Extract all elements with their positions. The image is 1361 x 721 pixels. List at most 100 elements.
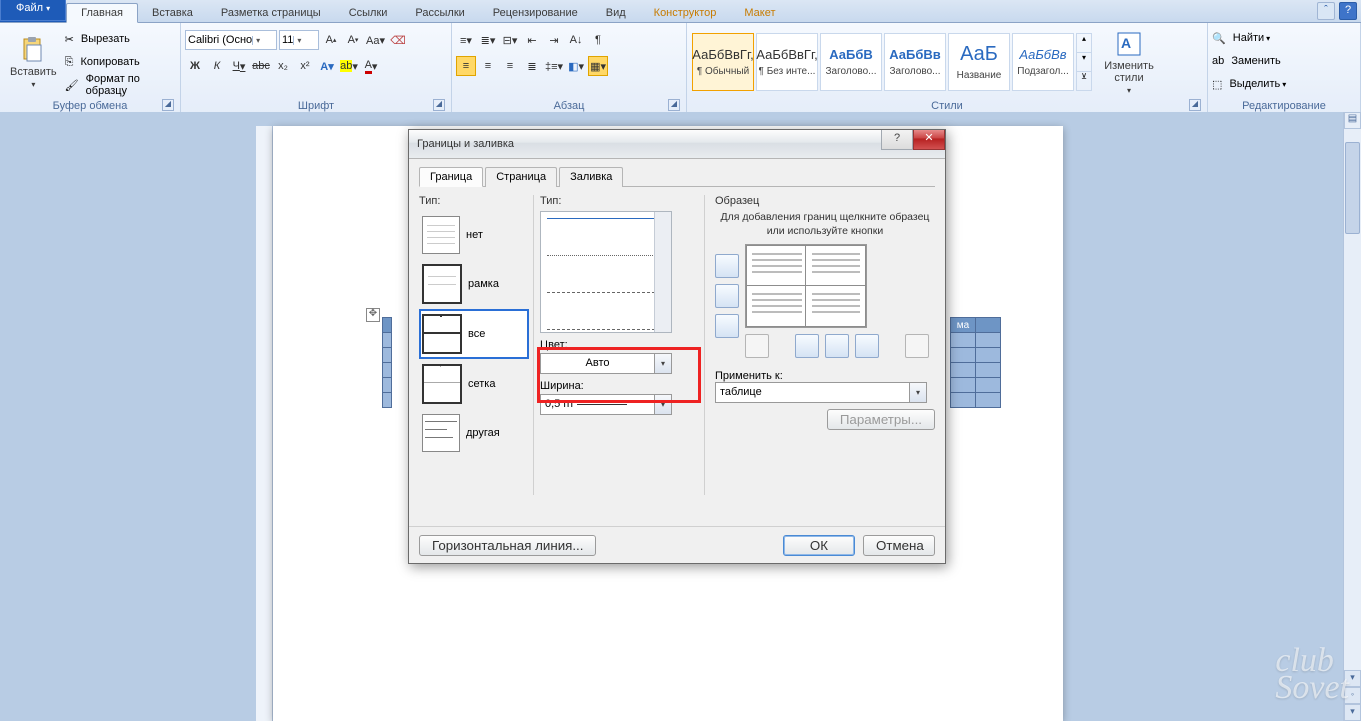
dialog-tab-border[interactable]: Граница [419,167,483,187]
cut-button[interactable]: ✂ Вырезать [65,28,176,50]
prev-page-icon[interactable]: ◦ [1344,687,1361,704]
border-diag1-button[interactable] [745,334,769,358]
dialog-tab-page[interactable]: Страница [485,167,557,187]
setting-custom[interactable]: другая [419,409,529,457]
bullets-button[interactable]: ≡▾ [456,30,476,50]
line-style-list[interactable] [540,211,672,333]
italic-button[interactable]: К [207,56,227,76]
tab-mailings[interactable]: Рассылки [401,4,478,22]
border-diag2-button[interactable] [905,334,929,358]
border-left-button[interactable] [795,334,819,358]
change-styles-button[interactable]: A Изменить стили▾ [1095,28,1163,97]
text-effects-button[interactable]: A▾ [317,56,337,76]
vertical-scrollbar[interactable]: ▴ ▾ ◦ ▾ [1343,112,1361,721]
shrink-font-button[interactable]: A▾ [343,30,363,50]
scroll-down-icon[interactable]: ▾ [1344,670,1361,687]
indent-button[interactable]: ⇥ [544,30,564,50]
dialog-titlebar[interactable]: Границы и заливка ? ✕ [409,130,945,159]
document-table-left[interactable] [382,317,392,408]
format-painter-button[interactable]: 🖌 Формат по образцу [65,74,176,96]
line-style-dash2[interactable] [547,329,665,333]
style-list-scrollbar[interactable] [654,212,671,332]
paragraph-launcher[interactable]: ◢ [668,99,680,111]
border-hmiddle-button[interactable] [715,284,739,308]
font-color-button[interactable]: A▾ [361,56,381,76]
setting-box[interactable]: рамка [419,259,529,309]
style-subtitle[interactable]: АаБбВвПодзагол... [1012,33,1074,91]
styles-launcher[interactable]: ◢ [1189,99,1201,111]
line-style-dashed[interactable] [547,292,665,315]
tab-table-design[interactable]: Конструктор [640,4,731,22]
line-style-dotted[interactable] [547,255,665,278]
bold-button[interactable]: Ж [185,56,205,76]
ok-button[interactable]: ОК [783,535,855,556]
dialog-help-button[interactable]: ? [881,130,913,150]
style-heading2[interactable]: АаБбВвЗаголово... [884,33,946,91]
strike-button[interactable]: abc [251,56,271,76]
width-dropdown[interactable]: 0,5 пт ▾ [540,394,672,415]
multilevel-button[interactable]: ⊟▾ [500,30,520,50]
align-left-button[interactable]: ≡ [456,56,476,76]
highlight-button[interactable]: ab▾ [339,56,359,76]
justify-button[interactable]: ≣ [522,56,542,76]
font-launcher[interactable]: ◢ [433,99,445,111]
gallery-more-icon[interactable]: ⊻ [1077,72,1091,90]
gallery-up-icon[interactable]: ▴ [1077,34,1091,53]
ruler-toggle-icon[interactable]: ▤ [1344,112,1361,129]
sort-button[interactable]: A↓ [566,30,586,50]
show-marks-button[interactable]: ¶ [588,30,608,50]
align-right-button[interactable]: ≡ [500,56,520,76]
tab-table-layout[interactable]: Макет [730,4,789,22]
dialog-close-button[interactable]: ✕ [913,130,945,150]
font-size-combo[interactable]: 11▾ [279,30,319,50]
style-title[interactable]: АаБНазвание [948,33,1010,91]
style-gallery[interactable]: АаБбВвГг,¶ Обычный АаБбВвГг,¶ Без инте..… [691,32,1093,92]
setting-none[interactable]: нет [419,211,529,259]
line-spacing-button[interactable]: ‡≡▾ [544,56,564,76]
tab-insert[interactable]: Вставка [138,4,207,22]
table-move-handle-icon[interactable]: ✥ [366,308,380,322]
style-heading1[interactable]: АаБбВЗаголово... [820,33,882,91]
applyto-dropdown[interactable]: таблице▾ [715,382,927,403]
help-icon[interactable]: ? [1339,2,1357,20]
outdent-button[interactable]: ⇤ [522,30,542,50]
underline-button[interactable]: Ч▾ [229,56,249,76]
change-case-button[interactable]: Aa▾ [365,30,386,50]
setting-all[interactable]: все [419,309,529,359]
tab-file[interactable]: Файл ▾ [0,0,66,22]
tab-pagelayout[interactable]: Разметка страницы [207,4,335,22]
next-page-icon[interactable]: ▾ [1344,704,1361,721]
minimize-ribbon-icon[interactable]: ˆ [1317,2,1335,20]
shading-button[interactable]: ◧▾ [566,56,586,76]
subscript-button[interactable]: x₂ [273,56,293,76]
align-center-button[interactable]: ≡ [478,56,498,76]
border-vmiddle-button[interactable] [825,334,849,358]
copy-button[interactable]: ⎘ Копировать [65,51,176,73]
style-normal[interactable]: АаБбВвГг,¶ Обычный [692,33,754,91]
border-right-button[interactable] [855,334,879,358]
clipboard-launcher[interactable]: ◢ [162,99,174,111]
grow-font-button[interactable]: A▴ [321,30,341,50]
numbering-button[interactable]: ≣▾ [478,30,498,50]
document-table-right[interactable]: ма [950,317,1001,408]
line-style-solid[interactable] [547,218,665,241]
borders-button[interactable]: ▦▾ [588,56,608,76]
superscript-button[interactable]: x² [295,56,315,76]
gallery-down-icon[interactable]: ▾ [1077,53,1091,72]
dialog-tab-fill[interactable]: Заливка [559,167,623,187]
font-family-combo[interactable]: Calibri (Осно▾ [185,30,277,50]
clear-format-button[interactable]: ⌫ [388,30,408,50]
border-top-button[interactable] [715,254,739,278]
cancel-button[interactable]: Отмена [863,535,935,556]
paste-button[interactable]: Вставить▾ [4,34,63,91]
preview-box[interactable] [745,244,867,328]
scrollbar-thumb[interactable] [1345,142,1360,234]
setting-grid[interactable]: сетка [419,359,529,409]
tab-view[interactable]: Вид [592,4,640,22]
horizontal-line-button[interactable]: Горизонтальная линия... [419,535,596,556]
style-nospacing[interactable]: АаБбВвГг,¶ Без инте... [756,33,818,91]
color-dropdown[interactable]: Авто▾ [540,353,672,374]
select-button[interactable]: ⬚ Выделить ▾ [1212,73,1286,95]
tab-references[interactable]: Ссылки [335,4,402,22]
tab-review[interactable]: Рецензирование [479,4,592,22]
